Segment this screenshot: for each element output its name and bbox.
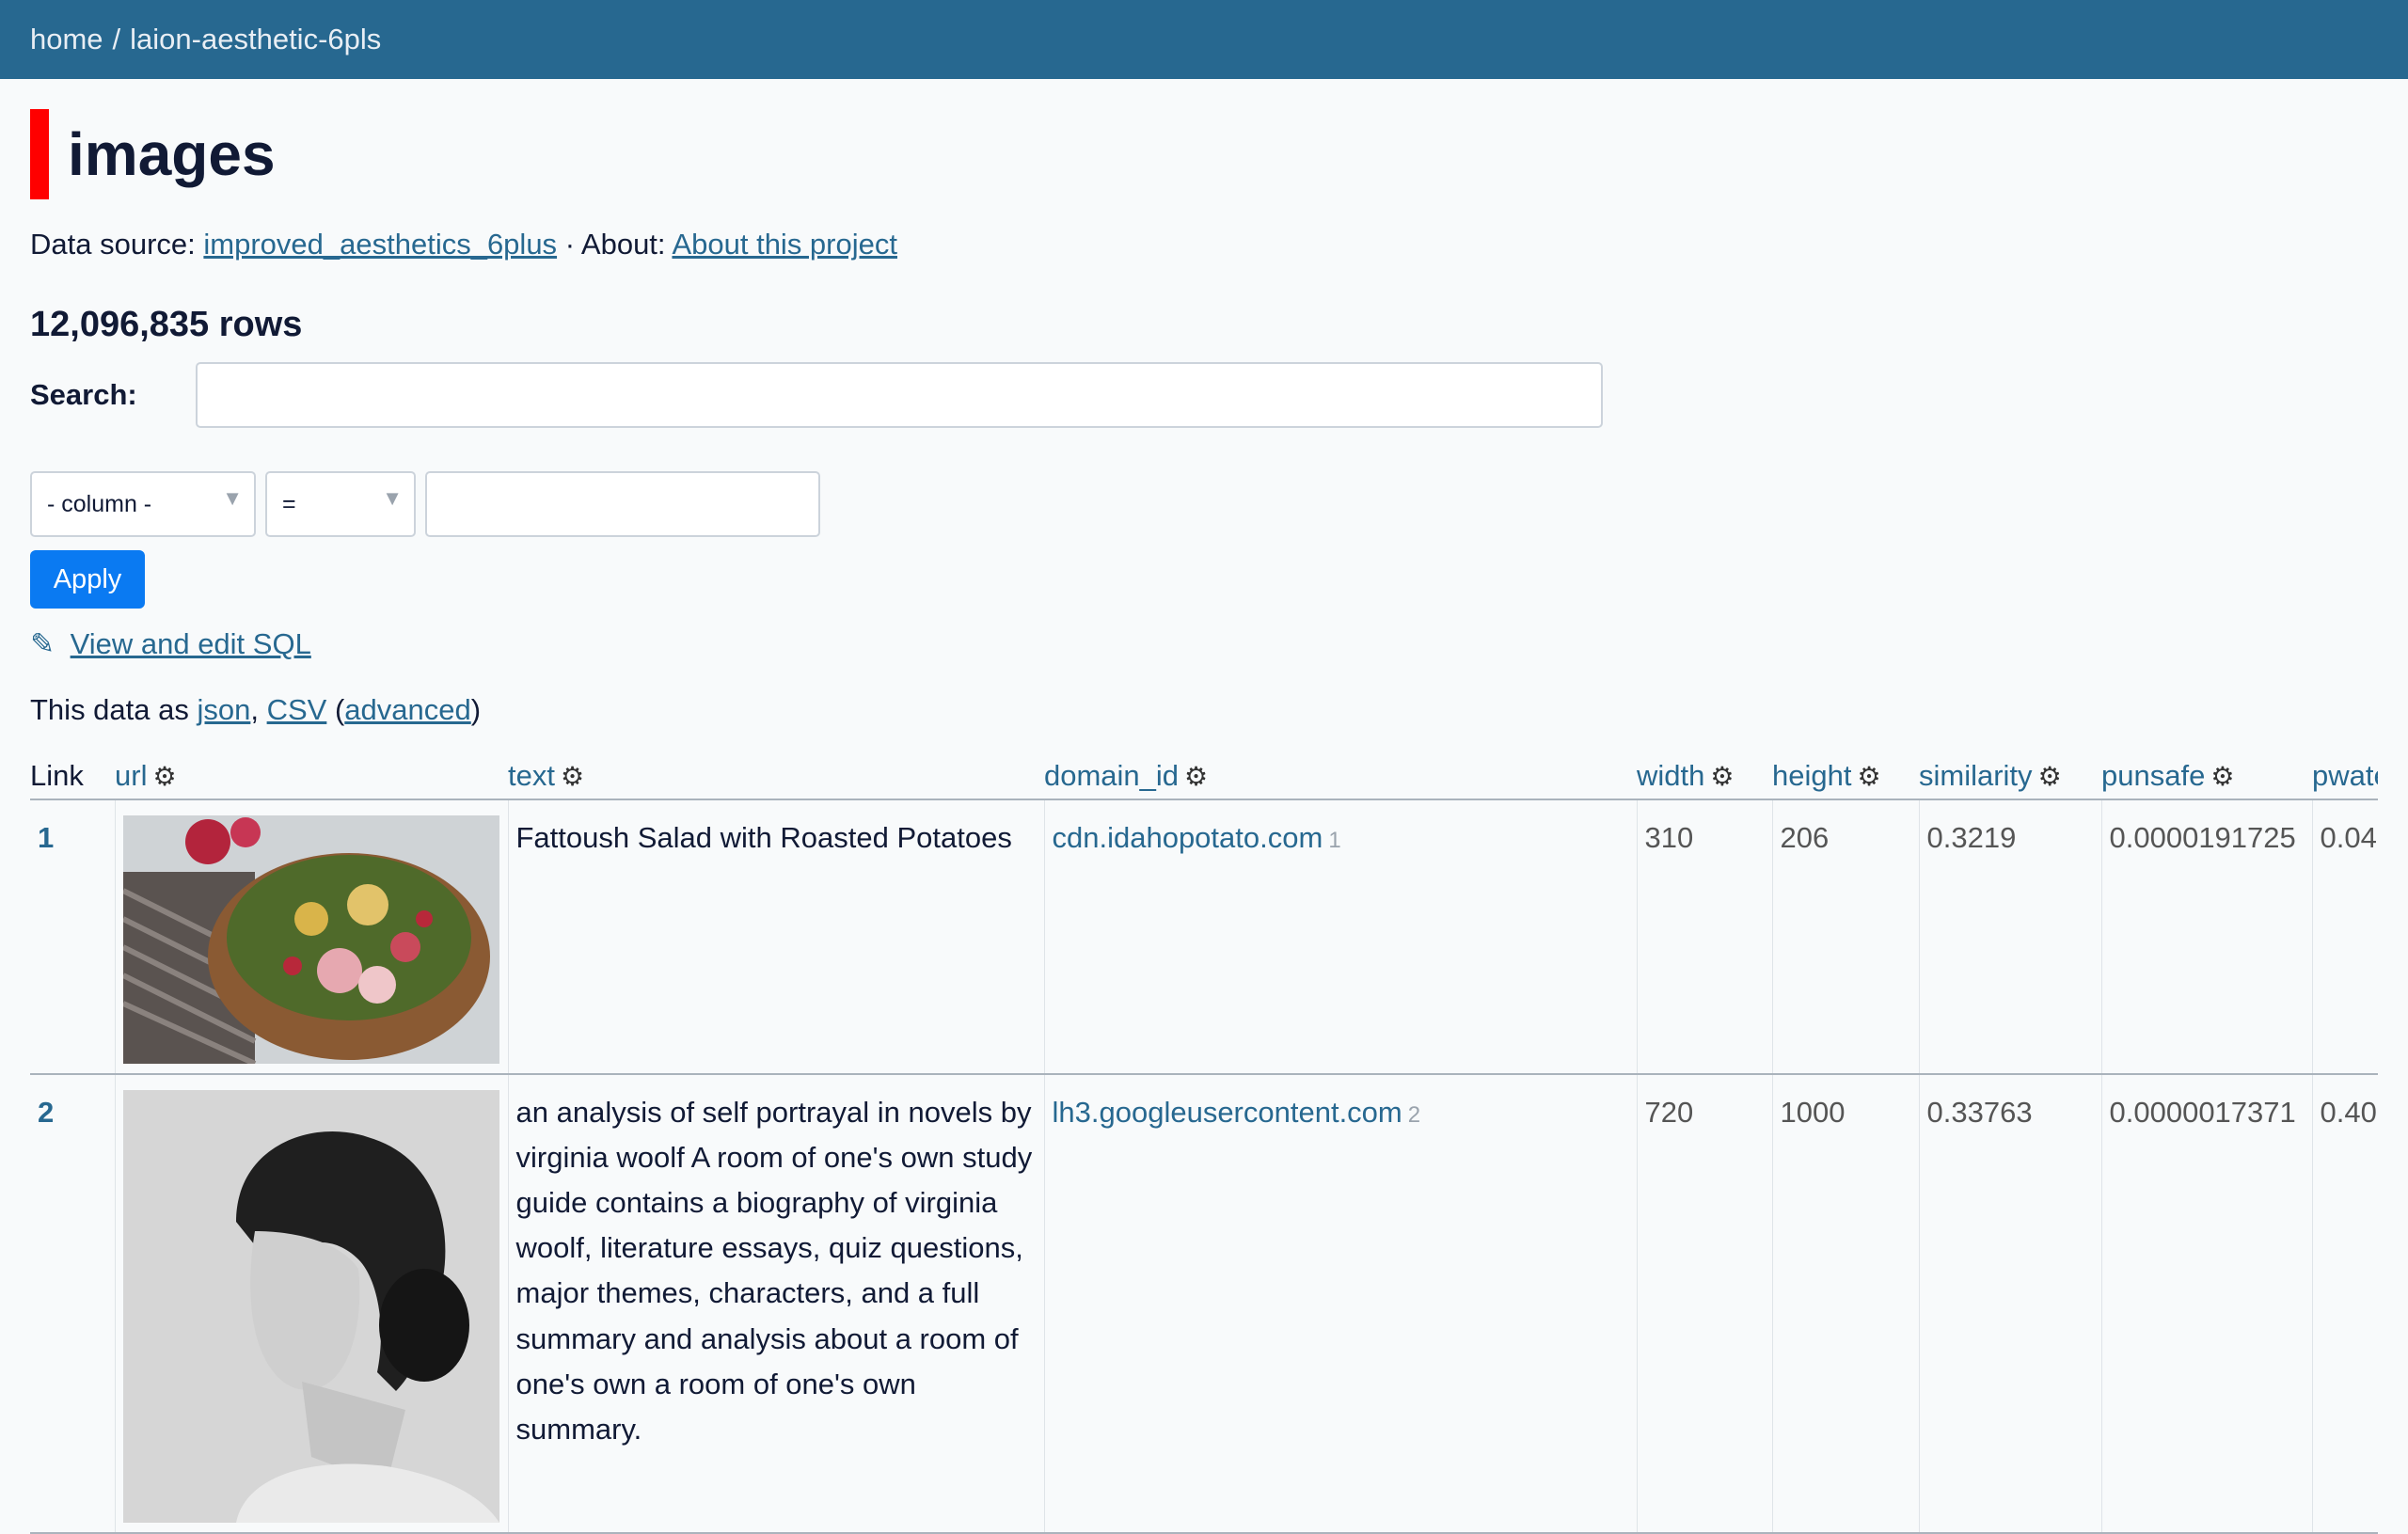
source-info: Data source: improved_aesthetics_6plus ·…: [30, 226, 2378, 263]
search-row: Search:: [30, 362, 2378, 429]
height-cell: 1000: [1771, 1074, 1919, 1534]
filter-value-input[interactable]: [425, 471, 820, 538]
operator-select[interactable]: = ▼: [265, 471, 416, 538]
row-link-cell: 1: [30, 799, 115, 1076]
domain-id: 2: [1407, 1102, 1421, 1129]
gear-icon[interactable]: ⚙: [152, 762, 176, 791]
apply-button[interactable]: Apply: [30, 550, 145, 609]
row-link-cell: 2: [30, 1074, 115, 1534]
column-header-similarity[interactable]: similarity ⚙: [1919, 751, 2101, 801]
search-label: Search:: [30, 378, 137, 412]
breadcrumb-separator: /: [112, 23, 121, 55]
width-cell: 310: [1636, 799, 1772, 1076]
column-header-width[interactable]: width ⚙: [1637, 751, 1772, 801]
table-row: 2 an analysis of self portrayal in novel…: [30, 1074, 2378, 1534]
column-header-text[interactable]: text ⚙: [508, 751, 1044, 801]
text-cell: Fattoush Salad with Roasted Potatoes: [507, 799, 1044, 1076]
domain-cell: lh3.googleusercontent.com 2: [1043, 1074, 1637, 1534]
chevron-down-icon: ▼: [222, 486, 243, 511]
source-prefix: Data source:: [30, 228, 196, 261]
main-content: images Data source: improved_aesthetics_…: [0, 109, 2408, 1534]
domain-id: 1: [1328, 828, 1341, 854]
gear-icon[interactable]: ⚙: [1710, 762, 1734, 791]
similarity-cell: 0.33763: [1918, 1074, 2101, 1534]
gear-icon[interactable]: ⚙: [1184, 762, 1208, 791]
row-link[interactable]: 1: [38, 821, 54, 854]
punsafe-cell: 0.0000017371: [2100, 1074, 2312, 1534]
gear-icon[interactable]: ⚙: [2210, 762, 2234, 791]
export-advanced-link[interactable]: advanced: [344, 693, 470, 726]
view-edit-sql-link[interactable]: View and edit SQL: [71, 627, 311, 660]
column-select[interactable]: - column - ▼: [30, 471, 256, 538]
about-prefix: · About:: [564, 228, 666, 261]
chevron-down-icon: ▼: [382, 486, 403, 511]
gear-icon[interactable]: ⚙: [561, 762, 584, 791]
salad-image[interactable]: [122, 815, 499, 1065]
row-link[interactable]: 2: [38, 1096, 54, 1129]
portrait-image[interactable]: [122, 1090, 499, 1524]
breadcrumb-home-link[interactable]: home: [30, 23, 103, 56]
operator-select-value: =: [282, 490, 296, 517]
table-header-row: Link url ⚙ text ⚙ domain_id ⚙ width ⚙ height…: [30, 751, 2378, 801]
domain-cell: cdn.idahopotato.com 1: [1043, 799, 1637, 1076]
url-cell: [114, 1074, 508, 1534]
export-json-link[interactable]: json: [198, 693, 251, 726]
pencil-icon: ✎: [30, 627, 55, 661]
row-count: 12,096,835 rows: [30, 305, 303, 345]
export-prefix: This data as: [30, 693, 189, 727]
results-table: Link url ⚙ text ⚙ domain_id ⚙ width ⚙ height…: [30, 751, 2378, 1534]
page-title: images: [68, 120, 276, 188]
gear-icon[interactable]: ⚙: [2038, 762, 2062, 791]
about-link[interactable]: About this project: [672, 228, 897, 261]
column-header-height[interactable]: height ⚙: [1772, 751, 1919, 801]
similarity-cell: 0.3219: [1918, 799, 2101, 1076]
column-header-link: Link: [30, 751, 115, 801]
column-select-value: - column -: [47, 490, 152, 517]
source-link[interactable]: improved_aesthetics_6plus: [203, 228, 557, 261]
export-row: This data as json, CSV (advanced): [30, 693, 482, 727]
sql-row: ✎ View and edit SQL: [30, 627, 2378, 661]
breadcrumb-database-link[interactable]: laion-aesthetic-6pls: [130, 23, 381, 56]
height-cell: 206: [1771, 799, 1919, 1076]
gear-icon[interactable]: ⚙: [1857, 762, 1880, 791]
search-input[interactable]: [196, 362, 1603, 429]
url-cell: [114, 799, 508, 1076]
page-title-row: images: [30, 109, 2378, 199]
table-row: 1 Fattoush Salad with Roasted Potatoes c…: [30, 799, 2378, 1076]
table-color-marker: [30, 109, 49, 199]
column-header-url[interactable]: url ⚙: [115, 751, 508, 801]
column-header-punsafe[interactable]: punsafe ⚙: [2101, 751, 2312, 801]
column-header-domain-id[interactable]: domain_id ⚙: [1044, 751, 1637, 801]
column-header-pwatermark[interactable]: pwatermark: [2312, 751, 2378, 801]
domain-link[interactable]: cdn.idahopotato.com: [1053, 821, 1323, 854]
export-csv-link[interactable]: CSV: [267, 693, 327, 726]
filter-row: - column - ▼ = ▼: [30, 471, 2378, 538]
text-cell: an analysis of self portrayal in novels …: [507, 1074, 1044, 1534]
punsafe-cell: 0.0000191725: [2100, 799, 2312, 1076]
domain-link[interactable]: lh3.googleusercontent.com: [1053, 1096, 1402, 1129]
width-cell: 720: [1636, 1074, 1772, 1534]
top-nav-bar: home / laion-aesthetic-6pls: [0, 0, 2408, 79]
pwatermark-cell: 0.04: [2311, 799, 2378, 1076]
pwatermark-cell: 0.40: [2311, 1074, 2378, 1534]
